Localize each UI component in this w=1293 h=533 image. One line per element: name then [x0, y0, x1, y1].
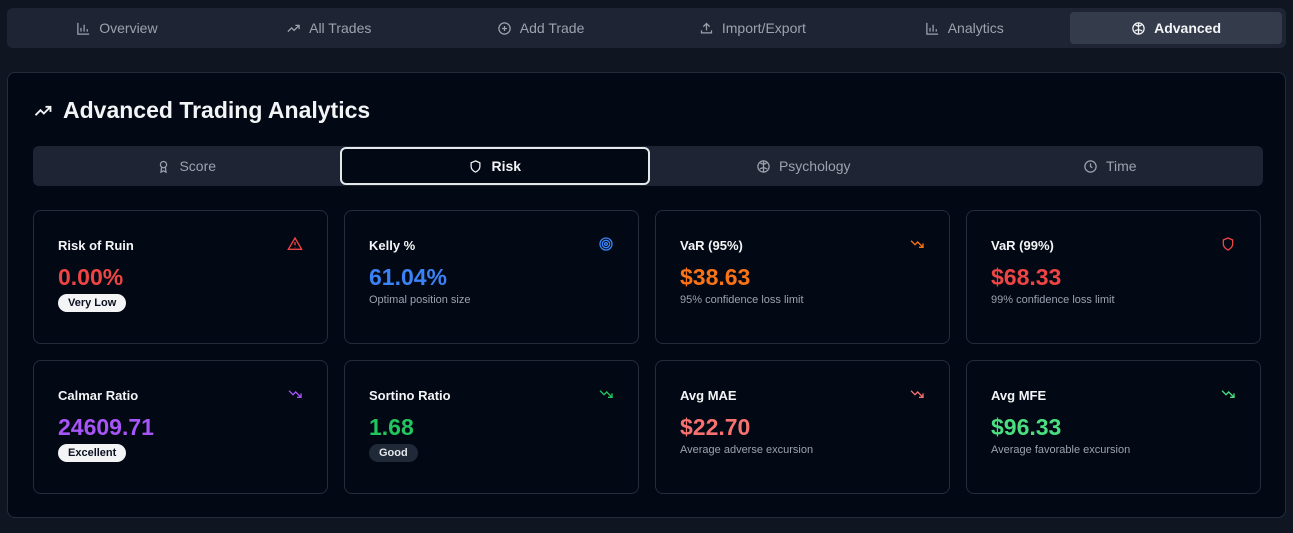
metric-card-var-95: VaR (95%) $38.63 95% confidence loss lim…	[655, 210, 950, 344]
metric-value: 0.00%	[58, 264, 124, 290]
subtab-time[interactable]: Time	[957, 147, 1264, 185]
trending-down-icon	[288, 390, 302, 398]
subtab-label: Score	[179, 158, 217, 174]
status-badge: Excellent	[58, 444, 127, 462]
tab-label: Analytics	[947, 20, 1004, 36]
alert-triangle-icon	[287, 236, 303, 250]
metric-label: VaR (95%)	[680, 238, 743, 253]
trending-down-icon	[599, 390, 613, 398]
metric-description: 99% confidence loss limit	[991, 294, 1115, 306]
metric-description: Average favorable excursion	[991, 444, 1131, 456]
metric-card-avg-mae: Avg MAE $22.70 Average adverse excursion	[655, 360, 950, 494]
award-icon	[160, 160, 168, 173]
analytics-subtabs: Score Risk Psychology Time	[33, 146, 1263, 186]
metric-label: Avg MFE	[991, 388, 1047, 403]
upload-icon	[700, 22, 712, 33]
tab-label: Overview	[99, 20, 158, 36]
metric-value: $68.33	[991, 264, 1062, 290]
metric-value: $38.63	[680, 264, 751, 290]
metric-description: Average adverse excursion	[680, 444, 814, 456]
shield-icon	[1222, 237, 1234, 251]
main-nav: Overview All Trades Add Trade Import/Exp…	[7, 8, 1286, 48]
tab-advanced[interactable]: Advanced	[1070, 12, 1282, 44]
target-icon	[599, 237, 613, 251]
metric-label: Avg MAE	[680, 388, 737, 403]
tab-label: Advanced	[1154, 20, 1222, 36]
subtab-label: Time	[1105, 158, 1137, 174]
tab-label: All Trades	[309, 20, 372, 36]
tab-all-trades[interactable]: All Trades	[223, 12, 435, 44]
metric-value: 61.04%	[369, 264, 448, 290]
page-title: Advanced Trading Analytics	[33, 97, 370, 124]
plus-circle-icon	[498, 21, 511, 35]
trending-up-icon	[34, 105, 52, 116]
tab-analytics[interactable]: Analytics	[858, 12, 1070, 44]
metric-label: Risk of Ruin	[58, 238, 134, 253]
status-badge: Good	[369, 444, 418, 462]
trending-down-icon	[910, 240, 924, 248]
metric-label: Sortino Ratio	[369, 388, 451, 403]
metric-card-sortino-ratio: Sortino Ratio 1.68 Good	[344, 360, 639, 494]
page-title-text: Advanced Trading Analytics	[63, 97, 371, 123]
subtab-label: Risk	[491, 158, 522, 174]
trending-down-icon	[910, 390, 924, 398]
subtab-risk[interactable]: Risk	[339, 147, 650, 185]
metric-cards-grid: Risk of Ruin 0.00% Very Low Kelly % 61.0…	[33, 210, 1263, 494]
metric-card-var-99: VaR (99%) $68.33 99% confidence loss lim…	[966, 210, 1261, 344]
clock-icon	[1084, 159, 1097, 173]
tab-import-export[interactable]: Import/Export	[646, 12, 858, 44]
metric-description: Optimal position size	[369, 294, 471, 306]
shield-icon	[470, 159, 481, 173]
brain-icon	[757, 159, 770, 173]
metric-label: Calmar Ratio	[58, 388, 139, 403]
brain-icon	[1132, 21, 1145, 35]
metric-value: 24609.71	[58, 414, 154, 440]
metric-value: $96.33	[991, 414, 1062, 440]
trending-down-icon	[1221, 390, 1235, 398]
trending-up-icon	[287, 24, 300, 32]
metric-card-kelly: Kelly % 61.04% Optimal position size	[344, 210, 639, 344]
tab-label: Add Trade	[519, 20, 585, 36]
subtab-label: Psychology	[778, 158, 851, 174]
metric-value: 1.68	[369, 414, 414, 440]
metric-description: 95% confidence loss limit	[680, 294, 804, 306]
metric-label: VaR (99%)	[991, 238, 1054, 253]
metric-card-risk-of-ruin: Risk of Ruin 0.00% Very Low	[33, 210, 328, 344]
tab-overview[interactable]: Overview	[11, 12, 223, 44]
metric-label: Kelly %	[369, 238, 416, 253]
metric-card-avg-mfe: Avg MFE $96.33 Average favorable excursi…	[966, 360, 1261, 494]
bar-chart-icon	[925, 22, 938, 35]
subtab-psychology[interactable]: Psychology	[650, 147, 957, 185]
tab-add-trade[interactable]: Add Trade	[435, 12, 647, 44]
metric-value: $22.70	[680, 414, 751, 440]
tab-label: Import/Export	[721, 20, 806, 36]
status-badge: Very Low	[58, 294, 127, 312]
advanced-analytics-panel: Advanced Trading Analytics Score Risk Ps…	[7, 72, 1286, 518]
metric-card-calmar-ratio: Calmar Ratio 24609.71 Excellent	[33, 360, 328, 494]
bar-chart-icon	[77, 22, 90, 35]
subtab-score[interactable]: Score	[33, 147, 340, 185]
